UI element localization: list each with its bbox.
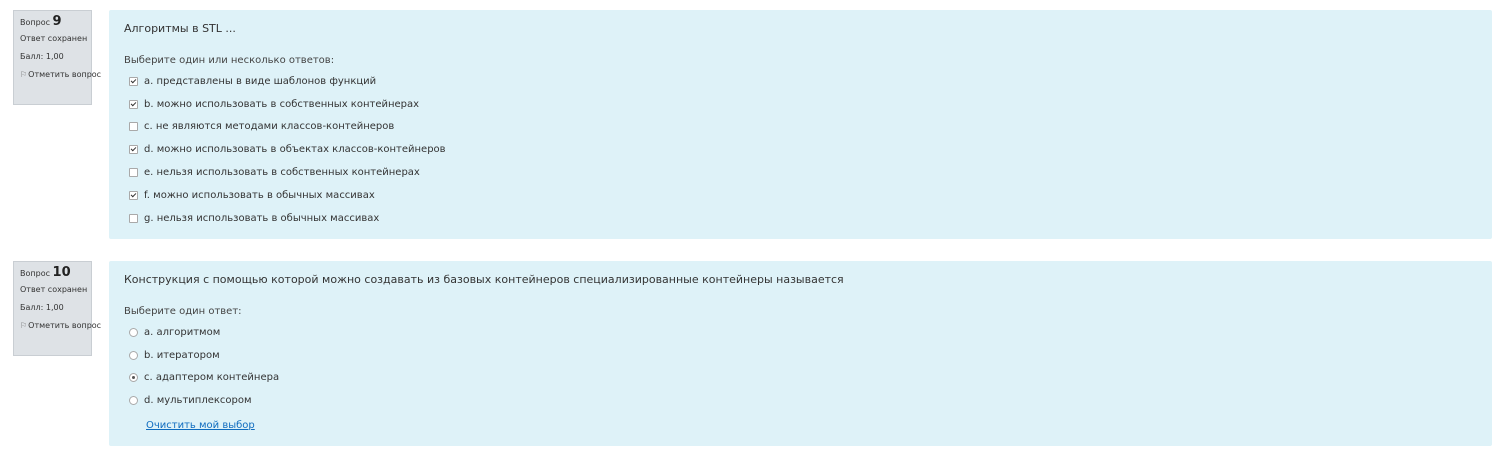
question-number: Вопрос 9 [20,14,62,29]
question-grade: Балл: 1,00 [20,303,64,312]
answer-option[interactable]: a. представлены в виде шаблонов функций [124,70,1477,93]
answer-label: f. можно использовать в обычных массивах [144,189,375,201]
question-content: Конструкция с помощью которой можно созд… [109,261,1492,446]
answer-label: e. нельзя использовать в собственных кон… [144,167,420,179]
answer-option[interactable]: c. не являются методами классов-контейне… [124,116,1477,139]
answer-label: b. итератором [144,349,220,361]
question-number: Вопрос 10 [20,265,71,280]
flag-icon: ⚐ [20,70,28,79]
answer-label: a. алгоритмом [144,326,221,338]
question-grade: Балл: 1,00 [20,52,64,61]
answer-option[interactable]: c. адаптером контейнера [124,367,1477,390]
flag-question-link[interactable]: ⚐Отметить вопрос [20,69,101,80]
answer-checkbox[interactable] [129,213,138,223]
answer-option[interactable]: d. можно использовать в объектах классов… [124,138,1477,161]
answer-label: d. можно использовать в объектах классов… [144,144,446,156]
answer-option[interactable]: g. нельзя использовать в обычных массива… [124,207,1477,230]
answer-option[interactable]: a. алгоритмом [124,321,1477,344]
answer-label: c. не являются методами классов-контейне… [144,121,395,133]
flag-icon: ⚐ [20,321,28,330]
question-text: Конструкция с помощью которой можно созд… [124,273,844,286]
answer-checkbox[interactable] [129,145,138,155]
question-text: Алгоритмы в STL ... [124,22,236,35]
answer-label: d. мультиплексором [144,395,252,407]
answer-checkbox[interactable] [129,76,138,86]
answer-list: a. алгоритмом b. итератором c. адаптером… [124,321,1477,412]
flag-question-link[interactable]: ⚐Отметить вопрос [20,320,101,331]
answer-prompt: Выберите один ответ: [124,306,242,317]
question-info: Вопрос 9 Ответ сохранен Балл: 1,00 ⚐Отме… [13,10,101,105]
answer-option[interactable]: f. можно использовать в обычных массивах [124,184,1477,207]
answer-radio[interactable] [129,373,138,383]
answer-option[interactable]: d. мультиплексором [124,389,1477,412]
answer-label: g. нельзя использовать в обычных массива… [144,212,380,224]
question-status: Ответ сохранен [20,285,88,294]
answer-option[interactable]: b. итератором [124,344,1477,367]
answer-radio[interactable] [129,396,138,406]
question-status: Ответ сохранен [20,34,88,43]
question-content: Алгоритмы в STL ... Выберите один или не… [109,10,1492,239]
answer-checkbox[interactable] [129,168,138,178]
answer-checkbox[interactable] [129,122,138,132]
answer-label: c. адаптером контейнера [144,372,280,384]
clear-choice-link[interactable]: Очистить мой выбор [146,420,255,431]
answer-radio[interactable] [129,350,138,360]
answer-option[interactable]: b. можно использовать в собственных конт… [124,93,1477,116]
answer-label: b. можно использовать в собственных конт… [144,98,420,110]
answer-label: a. представлены в виде шаблонов функций [144,75,377,87]
answer-checkbox[interactable] [129,190,138,200]
answer-list: a. представлены в виде шаблонов функций … [124,70,1477,230]
answer-option[interactable]: e. нельзя использовать в собственных кон… [124,161,1477,184]
question-info: Вопрос 10 Ответ сохранен Балл: 1,00 ⚐Отм… [13,261,101,356]
answer-radio[interactable] [129,327,138,337]
answer-prompt: Выберите один или несколько ответов: [124,55,335,66]
answer-checkbox[interactable] [129,99,138,109]
